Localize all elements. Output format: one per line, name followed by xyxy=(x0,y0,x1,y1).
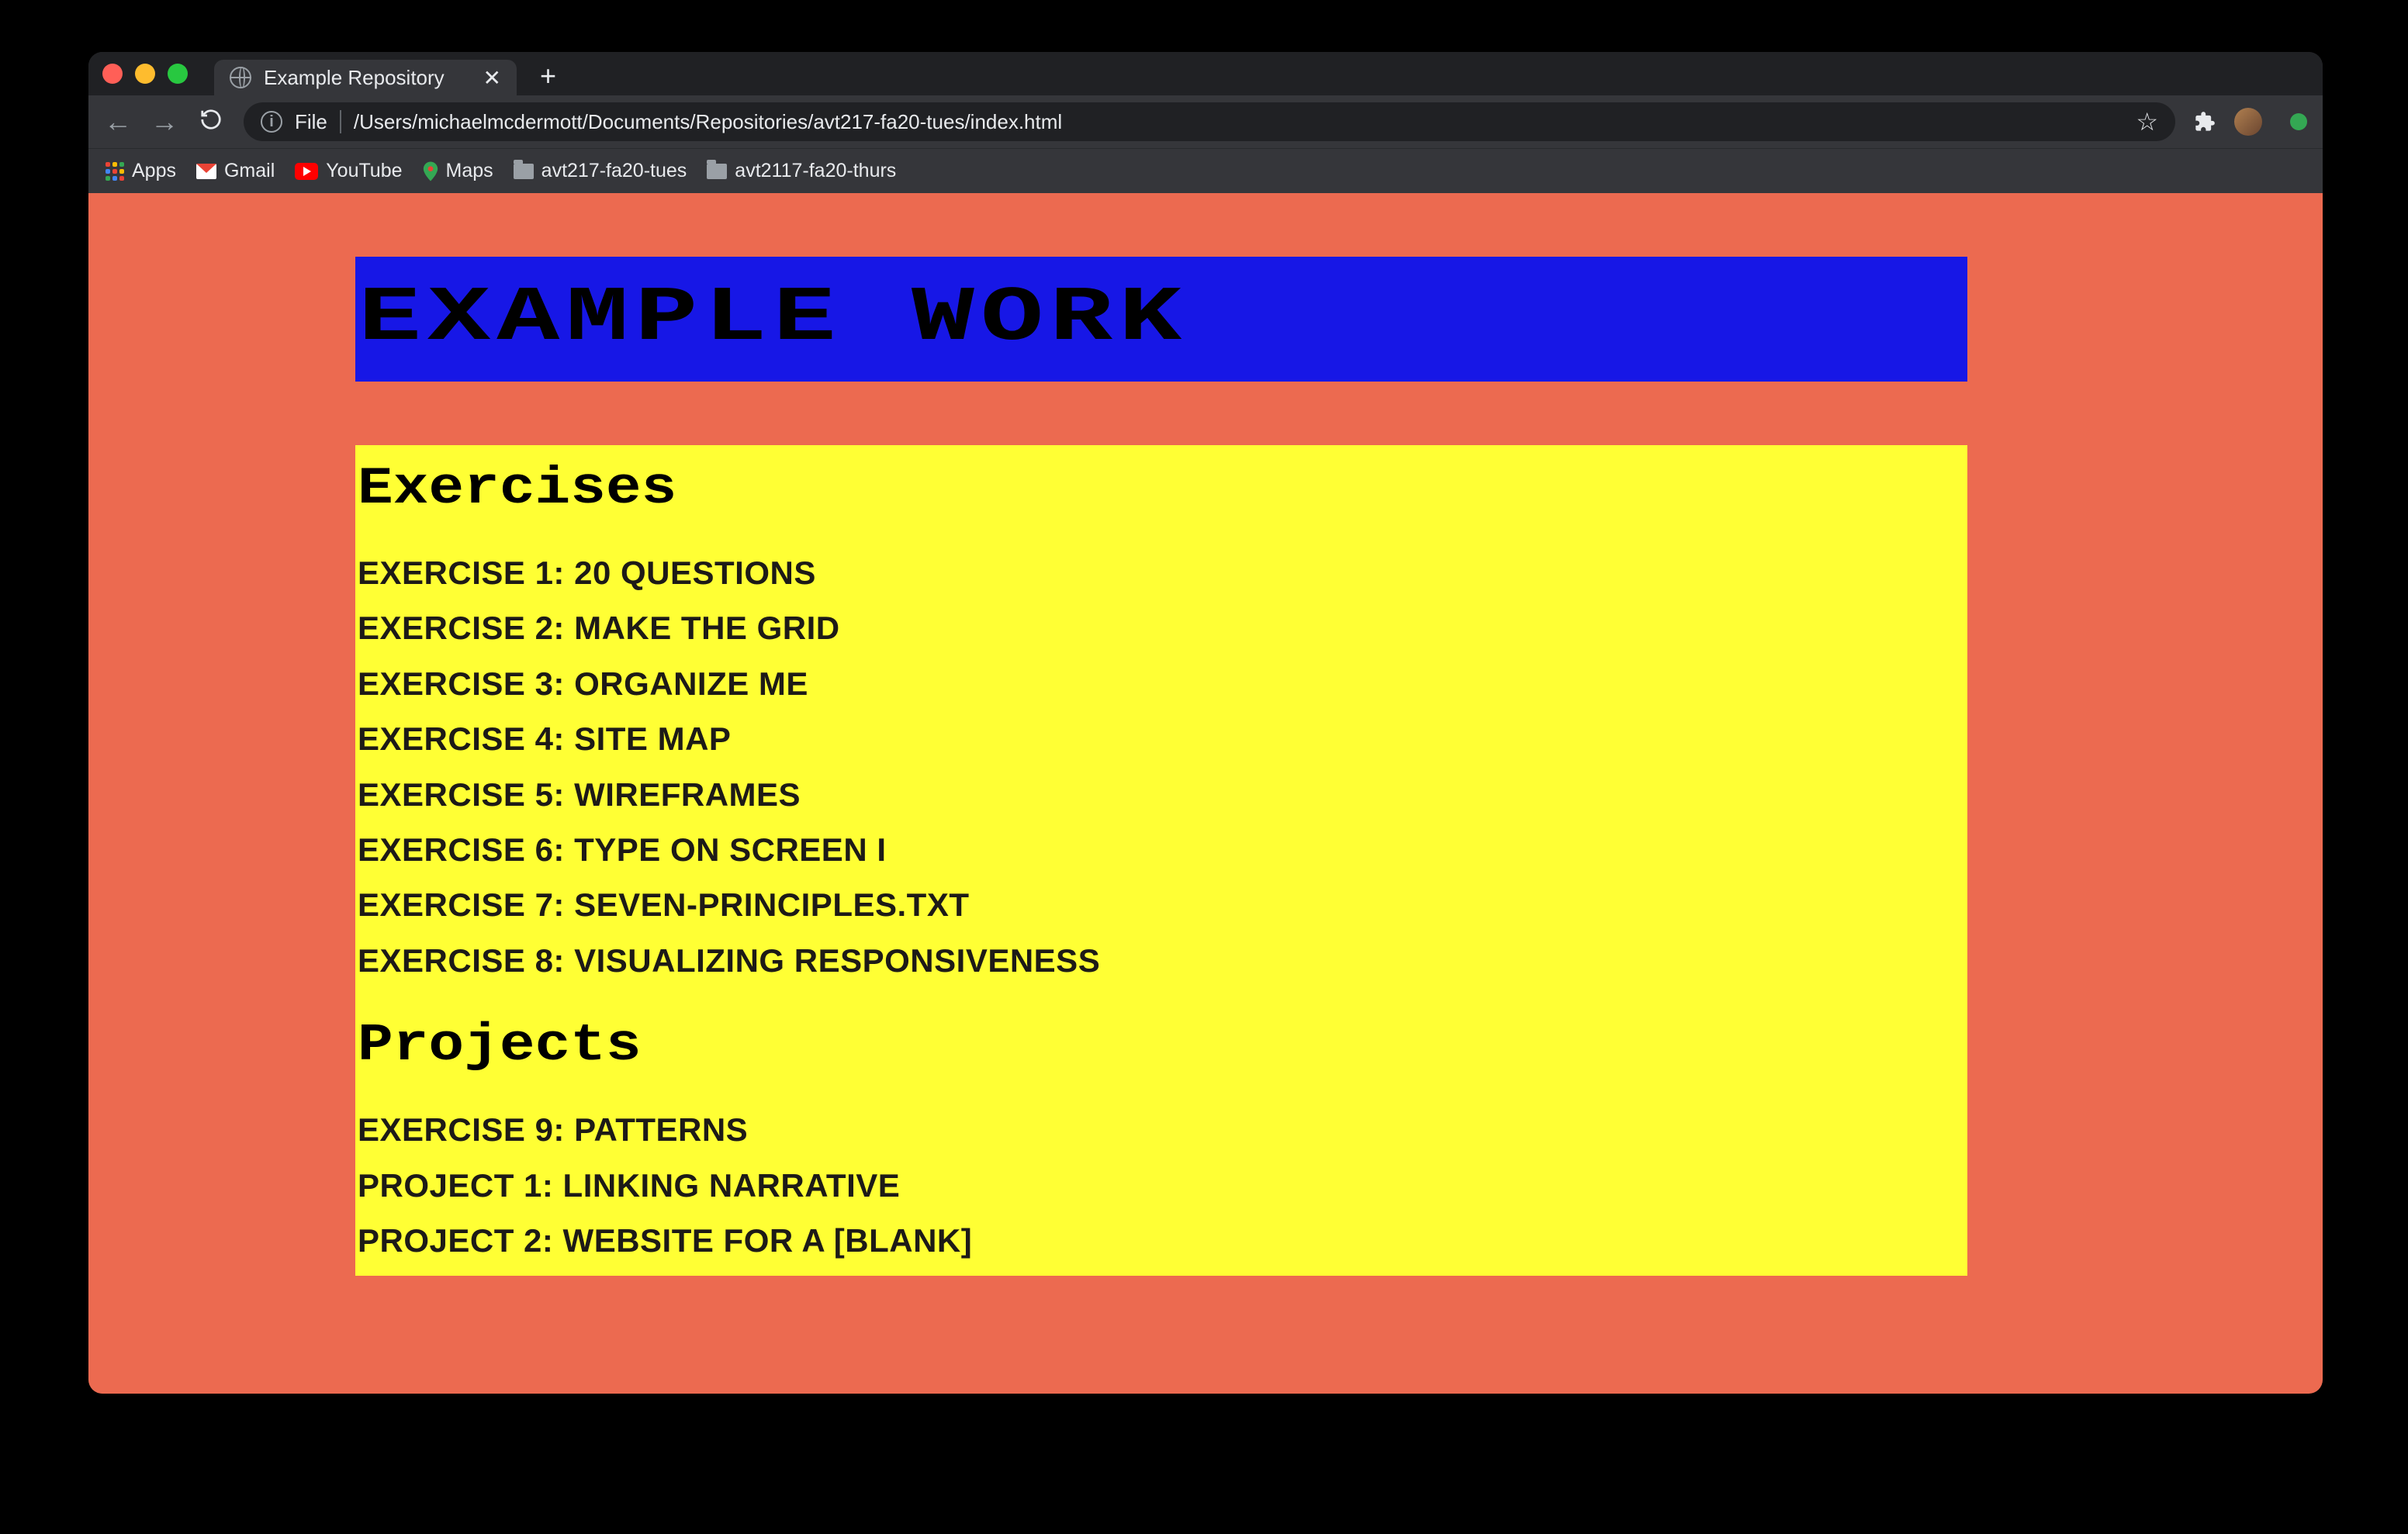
bookmark-apps[interactable]: Apps xyxy=(106,160,176,182)
folder-icon xyxy=(707,164,727,179)
url-path: /Users/michaelmcdermott/Documents/Reposi… xyxy=(354,110,2123,134)
tab-title: Example Repository xyxy=(264,66,471,90)
browser-window: Example Repository ✕ + ← → i File /Users… xyxy=(88,52,2323,1394)
bookmark-label: avt2117-fa20-thurs xyxy=(735,160,896,182)
url-divider xyxy=(340,110,341,133)
exercise-link[interactable]: EXERCISE 5: WIREFRAMES xyxy=(358,767,1965,822)
profile-avatar[interactable] xyxy=(2234,108,2262,136)
extensions-button[interactable] xyxy=(2194,111,2216,133)
close-tab-button[interactable]: ✕ xyxy=(483,65,501,91)
project-link[interactable]: PROJECT 2: WEBSITE FOR A [BLANK] xyxy=(358,1213,1965,1268)
project-link[interactable]: PROJECT 1: LINKING NARRATIVE xyxy=(358,1158,1965,1213)
bookmark-youtube[interactable]: YouTube xyxy=(295,160,402,182)
back-button[interactable]: ← xyxy=(104,105,132,138)
browser-tab[interactable]: Example Repository ✕ xyxy=(214,60,517,95)
globe-icon xyxy=(230,67,251,88)
bookmark-label: avt217-fa20-tues xyxy=(541,160,687,182)
gmail-icon xyxy=(196,164,216,179)
page-content: EXAMPLE WORK Exercises EXERCISE 1: 20 QU… xyxy=(355,257,1967,1276)
folder-icon xyxy=(514,164,534,179)
bookmark-folder-1[interactable]: avt217-fa20-tues xyxy=(514,160,687,182)
forward-button[interactable]: → xyxy=(150,105,178,138)
minimize-window-button[interactable] xyxy=(135,64,155,84)
exercise-link[interactable]: EXERCISE 4: SITE MAP xyxy=(358,711,1965,766)
bookmark-gmail[interactable]: Gmail xyxy=(196,160,275,182)
bookmark-label: YouTube xyxy=(326,160,402,182)
close-window-button[interactable] xyxy=(102,64,123,84)
page-title: EXAMPLE WORK xyxy=(358,275,2323,363)
page-viewport[interactable]: EXAMPLE WORK Exercises EXERCISE 1: 20 QU… xyxy=(88,193,2323,1394)
exercise-link[interactable]: EXERCISE 2: MAKE THE GRID xyxy=(358,600,1965,655)
tab-bar: Example Repository ✕ + xyxy=(88,52,2323,95)
project-link[interactable]: EXERCISE 9: PATTERNS xyxy=(358,1102,1965,1157)
url-scheme: File xyxy=(295,110,327,134)
exercise-link[interactable]: EXERCISE 8: VISUALIZING RESPONSIVENESS xyxy=(358,933,1965,988)
exercise-link[interactable]: EXERCISE 7: SEVEN-PRINCIPLES.TXT xyxy=(358,877,1965,932)
youtube-icon xyxy=(295,163,318,180)
section-exercises-title: Exercises xyxy=(358,445,2158,545)
bookmark-maps[interactable]: Maps xyxy=(423,160,493,182)
bookmarks-bar: Apps Gmail YouTube Maps avt217-fa20-tues… xyxy=(88,148,2323,193)
content-panel: Exercises EXERCISE 1: 20 QUESTIONS EXERC… xyxy=(355,445,1967,1276)
window-controls xyxy=(102,64,188,84)
exercise-link[interactable]: EXERCISE 1: 20 QUESTIONS xyxy=(358,545,1965,600)
reload-button[interactable] xyxy=(197,105,225,138)
update-indicator[interactable] xyxy=(2290,113,2307,130)
new-tab-button[interactable]: + xyxy=(529,60,567,92)
exercise-link[interactable]: EXERCISE 3: ORGANIZE ME xyxy=(358,656,1965,711)
apps-icon xyxy=(106,162,124,181)
bookmark-star-button[interactable]: ☆ xyxy=(2136,107,2158,136)
address-bar[interactable]: i File /Users/michaelmcdermott/Documents… xyxy=(244,102,2175,141)
bookmark-folder-2[interactable]: avt2117-fa20-thurs xyxy=(707,160,896,182)
maps-icon xyxy=(423,161,438,181)
info-icon[interactable]: i xyxy=(261,111,282,133)
maximize-window-button[interactable] xyxy=(168,64,188,84)
bookmark-label: Apps xyxy=(132,160,176,182)
page-banner: EXAMPLE WORK xyxy=(355,257,1967,382)
section-projects-title: Projects xyxy=(358,988,2158,1102)
bookmark-label: Gmail xyxy=(224,160,275,182)
reload-icon xyxy=(199,105,223,129)
browser-toolbar: ← → i File /Users/michaelmcdermott/Docum… xyxy=(88,95,2323,148)
bookmark-label: Maps xyxy=(446,160,493,182)
exercise-link[interactable]: EXERCISE 6: TYPE ON SCREEN I xyxy=(358,822,1965,877)
